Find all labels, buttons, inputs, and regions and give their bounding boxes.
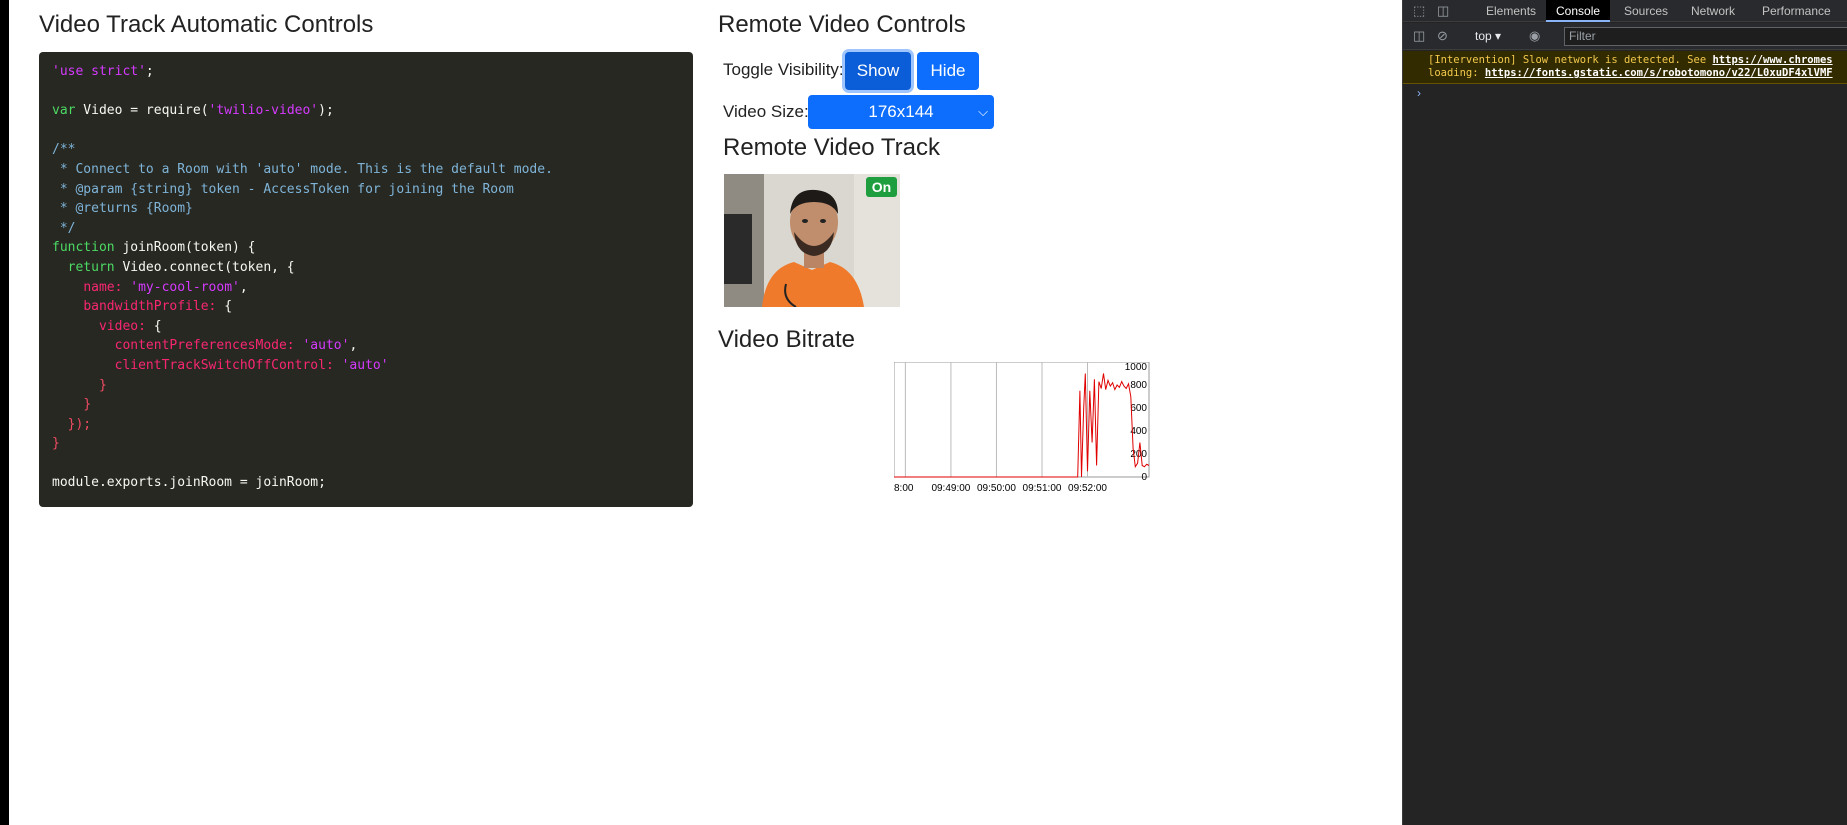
devtools-panel: ⬚ ◫ Elements Console Sources Network Per… [1402, 0, 1847, 825]
status-badge: On [866, 177, 897, 197]
tab-performance[interactable]: Performance [1752, 0, 1841, 22]
tab-sources[interactable]: Sources [1614, 0, 1678, 22]
chart-x-tick-label: 8:00 [894, 483, 914, 494]
bitrate-title: Video Bitrate [718, 326, 855, 353]
console-toolbar: ◫ ⊘ top ▾ ◉ Filter [1403, 23, 1847, 50]
remote-track-title: Remote Video Track [723, 134, 940, 161]
show-button[interactable]: Show [845, 52, 911, 90]
console-prompt-icon[interactable]: › [1417, 86, 1421, 100]
tab-console[interactable]: Console [1546, 0, 1611, 22]
bitrate-chart: 8:00 09:49:00 09:50:00 09:51:00 09:52:000200… [894, 362, 1150, 494]
warning-link-1[interactable]: https://www.chromes [1712, 54, 1832, 66]
chart-x-tick-label: 09:50:00 [977, 483, 1016, 494]
video-size-label: Video Size: [723, 102, 809, 121]
chart-x-tick-label: 09:51:00 [1023, 483, 1062, 494]
chart-frame [894, 362, 1150, 478]
console-warning-message: [Intervention] Slow network is detected.… [1403, 51, 1847, 84]
hide-button[interactable]: Hide [917, 52, 979, 90]
sidebar-toggle-icon[interactable]: ◫ [1413, 25, 1425, 47]
chart-x-tick-label: 09:52:00 [1068, 483, 1107, 494]
chart-y-tick-label: 1000 [1125, 362, 1148, 373]
tab-elements[interactable]: Elements [1476, 0, 1546, 22]
chart-y-tick-label: 800 [1130, 380, 1147, 391]
clear-console-icon[interactable]: ⊘ [1437, 25, 1448, 47]
context-select[interactable]: top ▾ [1475, 25, 1501, 47]
device-toolbar-icon[interactable]: ◫ [1437, 0, 1449, 22]
warning-link-2[interactable]: https://fonts.gstatic.com/s/robotomono/v… [1485, 67, 1833, 79]
inspect-element-icon[interactable]: ⬚ [1413, 0, 1425, 22]
chart-y-tick-label: 600 [1130, 403, 1147, 414]
toggle-visibility-label: Toggle Visibility: [723, 60, 844, 79]
code-block: 'use strict'; var Video = require('twili… [39, 52, 693, 507]
eye-icon[interactable]: ◉ [1529, 25, 1540, 47]
chart-y-tick-label: 0 [1141, 472, 1147, 483]
chevron-down-icon: ⌵ [978, 104, 988, 119]
devtools-tab-bar: ⬚ ◫ Elements Console Sources Network Per… [1403, 0, 1847, 22]
page: Video Track Automatic Controls 'use stri… [9, 0, 1402, 825]
video-size-select[interactable]: 176x144 ⌵ [808, 95, 994, 129]
page-title: Video Track Automatic Controls [39, 11, 374, 38]
code-text: 'use strict'; var Video = require('twili… [52, 64, 553, 491]
console-filter-input[interactable]: Filter [1564, 27, 1847, 46]
tab-network[interactable]: Network [1681, 0, 1745, 22]
video-size-value: 176x144 [868, 102, 934, 121]
chart-x-tick-label: 09:49:00 [931, 483, 970, 494]
remote-controls-title: Remote Video Controls [718, 11, 966, 38]
